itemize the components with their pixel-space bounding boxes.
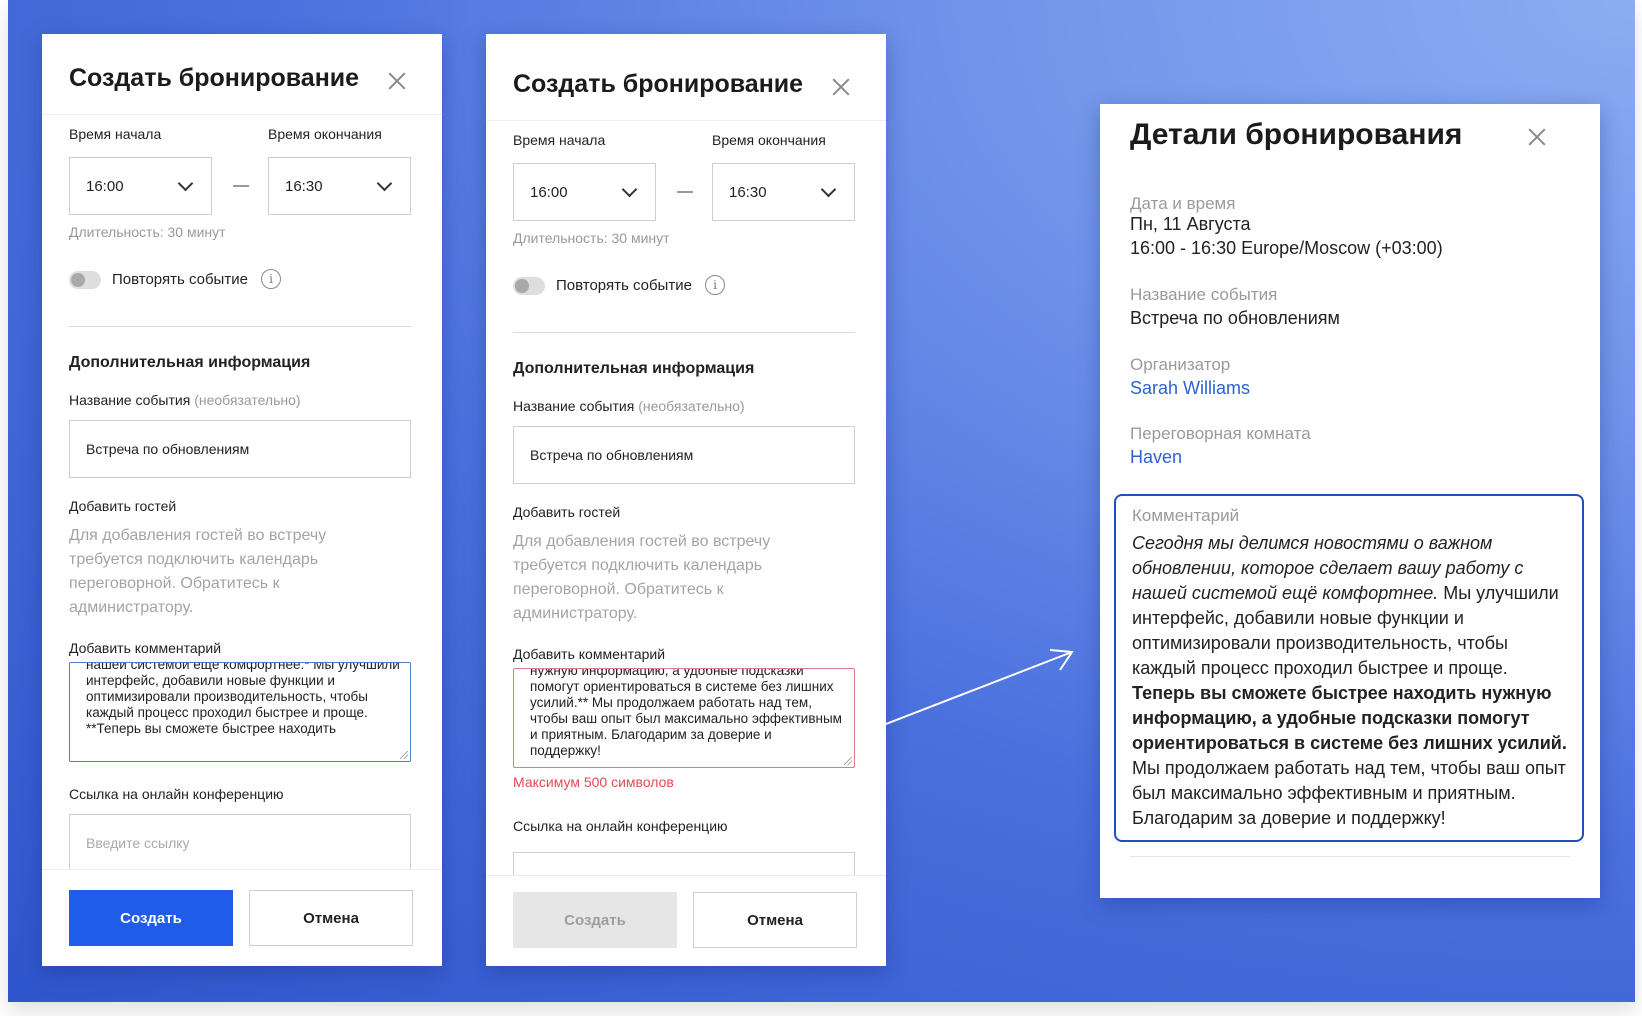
chevron-down-icon	[376, 175, 393, 192]
dialog-footer: Создать Отмена	[486, 875, 886, 966]
start-time-label: Время начала	[513, 132, 606, 148]
comment-label: Комментарий	[1132, 506, 1240, 525]
event-name-label: Название события (необязательно)	[513, 398, 745, 414]
info-icon[interactable]: i	[261, 269, 281, 289]
repeat-label: Повторять событие	[556, 277, 692, 294]
cancel-button[interactable]: Отмена	[249, 890, 413, 946]
comment-normal-2: Мы продолжаем работать над тем, чтобы ва…	[1132, 758, 1566, 828]
event-label: Название события	[1130, 285, 1278, 304]
comment-label: Добавить комментарий	[513, 646, 666, 662]
divider	[69, 326, 411, 327]
cancel-button[interactable]: Отмена	[693, 892, 857, 948]
chevron-down-icon	[177, 175, 194, 192]
organizer-label: Организатор	[1130, 355, 1231, 374]
create-button[interactable]: Создать	[69, 890, 233, 946]
comment-text: нужную информацию, а удобные подсказки п…	[530, 668, 842, 758]
chevron-down-icon	[820, 181, 837, 198]
link-input[interactable]: Введите ссылку	[69, 814, 411, 872]
dialog-header: Создать бронирование	[486, 34, 886, 121]
start-time-label: Время начала	[69, 126, 162, 142]
link-label: Ссылка на онлайн конференцию	[513, 818, 728, 834]
comment-bold: Теперь вы сможете быстрее находить нужну…	[1132, 683, 1567, 753]
time-range-dash	[677, 191, 693, 193]
repeat-toggle[interactable]	[69, 271, 101, 289]
section-title: Дополнительная информация	[69, 354, 311, 371]
close-icon[interactable]	[1528, 128, 1548, 148]
close-icon[interactable]	[388, 72, 406, 90]
duration-text: Длительность: 30 минут	[69, 224, 226, 240]
comment-text: нашей системой ещё комфортнее.* Мы улучш…	[86, 662, 400, 736]
link-placeholder: Введите ссылку	[86, 835, 190, 851]
guests-help: Для добавления гостей во встречу требует…	[69, 527, 327, 616]
date-value: Пн, 11 Августа	[1130, 214, 1251, 234]
comment-block: Комментарий Сегодня мы делимся новостями…	[1114, 494, 1584, 842]
booking-details-dialog: Детали бронирования Дата и время Пн, 11 …	[1100, 104, 1600, 898]
optional-hint: (необязательно)	[194, 392, 301, 408]
info-icon[interactable]: i	[705, 275, 725, 295]
start-time-select[interactable]: 16:00	[69, 157, 212, 215]
time-range-dash	[233, 185, 249, 187]
duration-text: Длительность: 30 минут	[513, 230, 670, 246]
start-time-value: 16:00	[86, 178, 124, 195]
resize-handle-icon[interactable]	[844, 757, 852, 765]
room-label: Переговорная комната	[1130, 424, 1311, 443]
repeat-toggle[interactable]	[513, 277, 545, 295]
end-time-label: Время окончания	[712, 132, 826, 148]
event-name-input[interactable]: Встреча по обновлениям	[69, 420, 411, 478]
room-link[interactable]: Haven	[1130, 447, 1182, 468]
guests-label: Добавить гостей	[69, 498, 177, 514]
arrow-icon	[885, 649, 1074, 725]
section-title: Дополнительная информация	[513, 360, 755, 377]
event-name-value: Встреча по обновлениям	[530, 447, 694, 463]
event-name-label: Название события (необязательно)	[69, 392, 301, 408]
link-label: Ссылка на онлайн конференцию	[69, 786, 284, 802]
divider	[513, 332, 855, 333]
start-time-select[interactable]: 16:00	[513, 163, 656, 221]
start-time-value: 16:00	[530, 184, 568, 201]
guests-label: Добавить гостей	[513, 504, 621, 520]
dialog-footer: Создать Отмена	[42, 869, 442, 966]
organizer-link[interactable]: Sarah Williams	[1130, 378, 1250, 399]
close-icon[interactable]	[832, 78, 850, 96]
resize-handle-icon[interactable]	[400, 751, 408, 759]
event-name-label-text: Название события	[513, 398, 635, 414]
event-name-value: Встреча по обновлениям	[86, 441, 250, 457]
comment-textarea[interactable]: нашей системой ещё комфортнее.* Мы улучш…	[69, 662, 411, 762]
dialog-title: Создать бронирование	[513, 70, 804, 98]
end-time-select[interactable]: 16:30	[268, 157, 411, 215]
end-time-select[interactable]: 16:30	[712, 163, 855, 221]
guests-help: Для добавления гостей во встречу требует…	[513, 533, 771, 622]
divider	[1130, 856, 1570, 857]
event-name-input[interactable]: Встреча по обновлениям	[513, 426, 855, 484]
date-label: Дата и время	[1130, 194, 1236, 213]
dialog-title: Создать бронирование	[69, 64, 360, 92]
end-time-value: 16:30	[285, 178, 323, 195]
create-button[interactable]: Создать	[513, 892, 677, 948]
repeat-label: Повторять событие	[112, 271, 248, 288]
create-booking-dialog-right: Создать бронирование Время начала Время …	[486, 34, 886, 966]
comment-label: Добавить комментарий	[69, 640, 222, 656]
create-booking-dialog-left: Создать бронирование Время начала Время …	[42, 34, 442, 966]
chevron-down-icon	[621, 181, 638, 198]
event-value: Встреча по обновлениям	[1130, 308, 1340, 328]
optional-hint: (необязательно)	[638, 398, 745, 414]
dialog-header: Создать бронирование	[42, 34, 442, 115]
details-title: Детали бронирования	[1130, 118, 1463, 151]
end-time-label: Время окончания	[268, 126, 382, 142]
event-name-label-text: Название события	[69, 392, 191, 408]
error-message: Максимум 500 символов	[513, 774, 674, 790]
comment-textarea[interactable]: нужную информацию, а удобные подсказки п…	[513, 668, 855, 768]
end-time-value: 16:30	[729, 184, 767, 201]
comment-text: Сегодня мы делимся новостями о важном об…	[1132, 531, 1572, 831]
time-value: 16:00 - 16:30 Europe/Moscow (+03:00)	[1130, 238, 1443, 258]
